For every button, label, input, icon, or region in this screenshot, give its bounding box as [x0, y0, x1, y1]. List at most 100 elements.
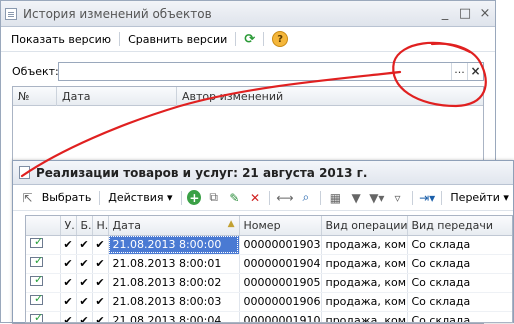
operation-cell[interactable]: продажа, ком...: [321, 254, 408, 274]
history-titlebar[interactable]: История изменений объектов _ □ ×: [1, 1, 495, 27]
row-status-cell: [26, 311, 61, 322]
column-header-transfer[interactable]: Вид передачи: [407, 216, 512, 236]
maximize-button[interactable]: □: [455, 6, 475, 21]
close-button[interactable]: ×: [475, 6, 495, 21]
posted-document-icon: [30, 292, 43, 305]
transfer-cell[interactable]: Со склада: [407, 292, 512, 312]
transfer-cell[interactable]: Со склада: [407, 254, 512, 274]
select-arrow-icon: ⇱: [22, 190, 33, 205]
object-field-row: Объект: ... ×: [12, 61, 484, 81]
posted-document-icon: [30, 235, 43, 248]
search-icon[interactable]: ⌕: [298, 189, 315, 207]
versions-table-header: № Дата Автор изменений: [13, 87, 483, 106]
u-check: ✔: [60, 273, 77, 293]
b-check: ✔: [76, 273, 93, 293]
sales-toolbar: ⇱ Выбрать Действия ▾ + ⧉ ✎ ✕ ⟷ ⌕ ▦ ▼ ▼▾ …: [13, 185, 513, 211]
date-cell[interactable]: 21.08.2013 8:00:03: [108, 292, 240, 312]
actions-menu[interactable]: Действия ▾: [104, 191, 176, 204]
toolbar-separator: [269, 190, 271, 205]
row-status-cell: [26, 235, 61, 255]
operation-cell[interactable]: продажа, ком...: [321, 311, 408, 322]
post-icon[interactable]: ⇥▾: [419, 189, 436, 207]
column-header-date[interactable]: Дата: [57, 87, 177, 106]
toolbar-separator: [441, 190, 443, 205]
toolbar-separator: [119, 32, 121, 46]
n-check: ✔: [92, 273, 109, 293]
date-cell[interactable]: 21.08.2013 8:00:04: [108, 311, 240, 322]
column-header-b[interactable]: Б.: [76, 216, 93, 236]
transfer-cell[interactable]: Со склада: [407, 311, 512, 322]
sales-titlebar[interactable]: Реализации товаров и услуг: 21 августа 2…: [13, 161, 513, 185]
help-icon[interactable]: ?: [272, 31, 289, 47]
table-row[interactable]: ✔ ✔ ✔ 21.08.2013 8:00:04 00000001910 про…: [26, 311, 512, 322]
operation-cell[interactable]: продажа, ком...: [321, 273, 408, 293]
object-input[interactable]: ... ×: [58, 61, 484, 81]
column-header-n[interactable]: Н.: [92, 216, 109, 236]
u-check: ✔: [60, 311, 77, 322]
column-header-number[interactable]: №: [13, 87, 57, 106]
filter-settings-icon[interactable]: ▦: [327, 189, 344, 207]
column-header-date[interactable]: Дата ▲: [108, 216, 240, 236]
column-header-icon[interactable]: [26, 216, 61, 236]
date-cell[interactable]: 21.08.2013 8:00:00: [108, 235, 240, 255]
minimize-button[interactable]: _: [435, 6, 455, 21]
transfer-cell[interactable]: Со склада: [407, 273, 512, 293]
n-check: ✔: [92, 254, 109, 274]
sales-window: Реализации товаров и услуг: 21 августа 2…: [12, 160, 514, 323]
add-icon[interactable]: +: [187, 190, 202, 205]
goto-menu-label: Перейти: [450, 191, 500, 204]
select-button[interactable]: Выбрать: [38, 191, 96, 204]
filter-icon[interactable]: ▼: [348, 189, 365, 207]
toolbar-separator: [411, 190, 413, 205]
date-cell[interactable]: 21.08.2013 8:00:02: [108, 273, 240, 293]
date-cell[interactable]: 21.08.2013 8:00:01: [108, 254, 240, 274]
number-cell[interactable]: 00000001903: [239, 235, 322, 255]
window-icon: [5, 7, 17, 20]
history-toolbar: Показать версию Сравнить версии ⟳ ?: [1, 27, 495, 52]
delete-icon[interactable]: ✕: [247, 189, 264, 207]
u-check: ✔: [60, 254, 77, 274]
sort-ascending-icon: ▲: [227, 218, 235, 229]
transfer-cell[interactable]: Со склада: [407, 235, 512, 255]
toolbar-separator: [180, 190, 182, 205]
document-icon: [19, 166, 30, 179]
b-check: ✔: [76, 254, 93, 274]
table-row[interactable]: ✔ ✔ ✔ 21.08.2013 8:00:03 00000001906 про…: [26, 292, 512, 312]
goto-menu[interactable]: Перейти ▾: [446, 191, 513, 204]
clear-object-button[interactable]: ×: [467, 62, 483, 80]
row-status-cell: [26, 254, 61, 274]
select-object-button[interactable]: ...: [451, 62, 467, 80]
column-header-author[interactable]: Автор изменений: [177, 87, 483, 106]
number-cell[interactable]: 00000001904: [239, 254, 322, 274]
actions-menu-label: Действия: [108, 191, 164, 204]
number-cell[interactable]: 00000001906: [239, 292, 322, 312]
toolbar-separator: [99, 190, 101, 205]
row-status-cell: [26, 292, 61, 312]
number-cell[interactable]: 00000001910: [239, 311, 322, 322]
edit-icon[interactable]: ✎: [226, 189, 243, 207]
column-header-operation[interactable]: Вид операции: [321, 216, 408, 236]
row-status-cell: [26, 273, 61, 293]
table-row[interactable]: ✔ ✔ ✔ 21.08.2013 8:00:01 00000001904 про…: [26, 254, 512, 274]
filter-list-icon[interactable]: ▼▾: [369, 189, 386, 207]
sales-window-title: Реализации товаров и услуг: 21 августа 2…: [36, 165, 368, 180]
link-icon[interactable]: ⟷: [276, 189, 293, 207]
operation-cell[interactable]: продажа, ком...: [321, 292, 408, 312]
column-header-u[interactable]: У.: [60, 216, 77, 236]
copy-icon[interactable]: ⧉: [205, 189, 222, 207]
sales-table[interactable]: У. Б. Н. Дата ▲ Номер Вид операции Вид пе…: [25, 215, 513, 323]
operation-cell[interactable]: продажа, ком...: [321, 235, 408, 255]
table-row[interactable]: ✔ ✔ ✔ 21.08.2013 8:00:00 00000001903 про…: [26, 235, 512, 255]
posted-document-icon: [30, 254, 43, 267]
column-header-date-label: Дата: [112, 218, 141, 232]
clear-filter-icon[interactable]: ▿: [389, 189, 406, 207]
refresh-icon[interactable]: ⟳: [240, 32, 259, 47]
table-row[interactable]: ✔ ✔ ✔ 21.08.2013 8:00:02 00000001905 про…: [26, 273, 512, 293]
b-check: ✔: [76, 235, 93, 255]
u-check: ✔: [60, 292, 77, 312]
show-version-button[interactable]: Показать версию: [7, 33, 115, 46]
column-header-number[interactable]: Номер: [239, 216, 322, 236]
b-check: ✔: [76, 311, 93, 322]
number-cell[interactable]: 00000001905: [239, 273, 322, 293]
compare-versions-button[interactable]: Сравнить версии: [124, 33, 231, 46]
